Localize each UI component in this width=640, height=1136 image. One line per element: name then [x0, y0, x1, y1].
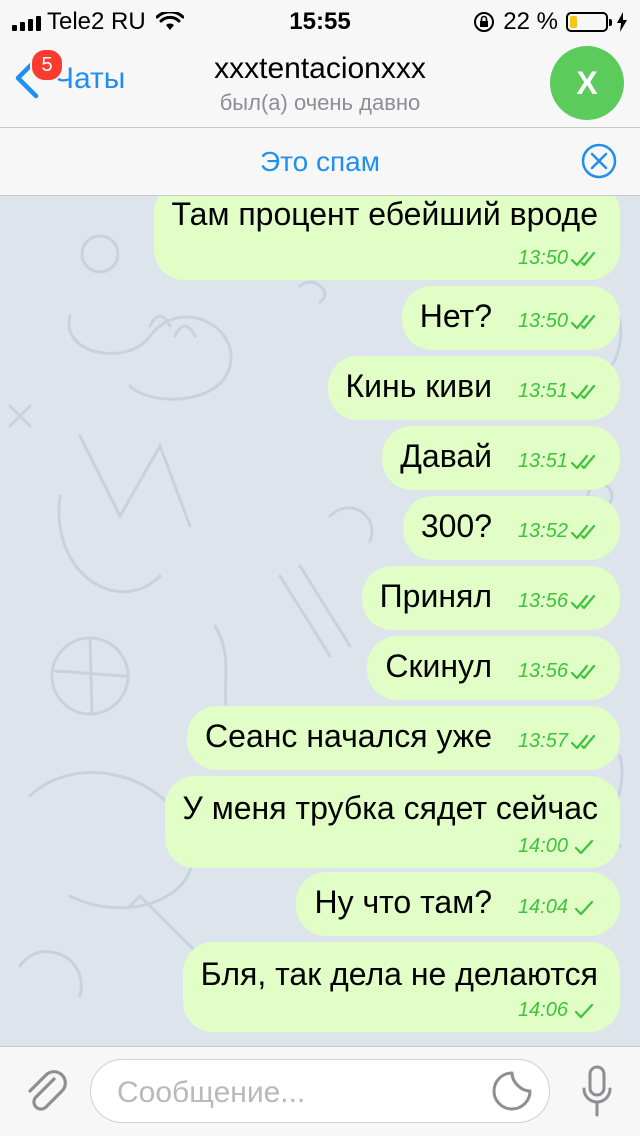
nav-bar: Чаты 5 xxxtentacionxxx был(а) очень давн…: [0, 40, 640, 128]
message-time: 13:50: [517, 247, 568, 269]
message-text: Там процент ебейший вроде: [171, 196, 598, 232]
message-text: Кинь киви: [345, 368, 493, 404]
check-icon: [574, 839, 594, 854]
message-time: 13:56: [517, 590, 568, 612]
message-meta: 13:56: [518, 660, 602, 683]
message-time: 13:57: [517, 730, 568, 752]
message-text: Давай: [400, 438, 492, 474]
message-bubble[interactable]: Нет? 13:50: [401, 286, 620, 350]
message-text: Принял: [379, 578, 492, 614]
double-check-icon: [570, 384, 596, 399]
message-time: 13:56: [517, 660, 568, 682]
microphone-icon[interactable]: [580, 1065, 614, 1121]
message-time: 13:52: [517, 520, 568, 542]
message-text: Ну что там?: [314, 884, 492, 920]
double-check-icon: [570, 251, 596, 266]
message-time: 14:00: [517, 835, 568, 857]
status-bar: Tele2 RU 15:55 22 %: [0, 0, 640, 40]
message-meta: 13:50: [518, 247, 602, 270]
last-seen-status: был(а) очень давно: [219, 90, 421, 115]
message-text: Бля, так дела не делаются: [200, 956, 598, 992]
message-text: Скинул: [385, 648, 492, 684]
message-bubble[interactable]: Бля, так дела не делаются 14:06: [182, 942, 620, 1032]
battery-icon: [566, 12, 612, 32]
message-bubble[interactable]: Скинул 13:56: [367, 636, 620, 700]
sticker-icon[interactable]: [491, 1070, 533, 1112]
message-text: У меня трубка сядет сейчас: [182, 790, 599, 826]
message-time: 14:04: [517, 896, 568, 918]
message-bubble[interactable]: Там процент ебейший вроде 13:50: [153, 196, 620, 280]
double-check-icon: [570, 314, 596, 329]
message-time: 13:51: [517, 380, 568, 402]
message-meta: 14:06: [518, 999, 602, 1022]
message-bubble[interactable]: Сеанс начался уже 13:57: [187, 706, 620, 770]
message-time: 13:51: [517, 450, 568, 472]
message-meta: 14:00: [518, 835, 602, 858]
double-check-icon: [570, 664, 596, 679]
double-check-icon: [570, 524, 596, 539]
charging-icon: [617, 12, 627, 32]
message-text: 300?: [420, 508, 492, 544]
spam-bar: Это спам: [0, 128, 640, 196]
message-time: 14:06: [517, 999, 568, 1021]
message-meta: 13:56: [518, 590, 602, 613]
back-label: Чаты: [54, 62, 126, 95]
message-list[interactable]: Там процент ебейший вроде 13:50 Нет? 13:50 К…: [0, 196, 640, 1046]
battery-percent: 22 %: [503, 8, 558, 35]
message-time: 13:50: [517, 310, 568, 332]
report-spam-button[interactable]: Это спам: [0, 146, 640, 178]
input-bar: Сообщение...: [0, 1046, 640, 1136]
paperclip-icon[interactable]: [24, 1067, 70, 1117]
message-meta: 13:51: [518, 450, 602, 473]
double-check-icon: [570, 454, 596, 469]
chat-screen: Tele2 RU 15:55 22 % Чаты 5 xxxtentacionx…: [0, 0, 640, 1136]
message-bubble[interactable]: Ну что там? 14:04: [296, 872, 620, 936]
double-check-icon: [570, 734, 596, 749]
chat-title[interactable]: xxxtentacionxxx: [150, 52, 490, 86]
message-text: Нет?: [419, 298, 492, 334]
check-icon: [574, 900, 594, 915]
message-meta: 14:04: [518, 896, 602, 919]
message-text: Сеанс начался уже: [205, 718, 492, 754]
message-bubble[interactable]: 300? 13:52: [402, 496, 620, 560]
message-input[interactable]: Сообщение...: [90, 1059, 550, 1123]
status-right: 22 %: [473, 8, 628, 36]
message-bubble[interactable]: Принял 13:56: [361, 566, 620, 630]
message-meta: 13:51: [518, 380, 602, 403]
message-bubble[interactable]: Давай 13:51: [382, 426, 620, 490]
message-bubble[interactable]: У меня трубка сядет сейчас 14:00: [164, 776, 620, 868]
message-placeholder: Сообщение...: [117, 1076, 306, 1109]
check-icon: [574, 1003, 594, 1018]
message-meta: 13:50: [518, 310, 602, 333]
message-bubble[interactable]: Кинь киви 13:51: [327, 356, 620, 420]
avatar[interactable]: X: [550, 46, 624, 120]
double-check-icon: [570, 594, 596, 609]
message-meta: 13:57: [518, 730, 602, 753]
close-circle-icon[interactable]: [580, 142, 618, 180]
rotation-lock-icon: [474, 12, 495, 32]
unread-badge: 5: [30, 48, 64, 82]
battery-fill: [570, 16, 577, 28]
message-meta: 13:52: [518, 520, 602, 543]
